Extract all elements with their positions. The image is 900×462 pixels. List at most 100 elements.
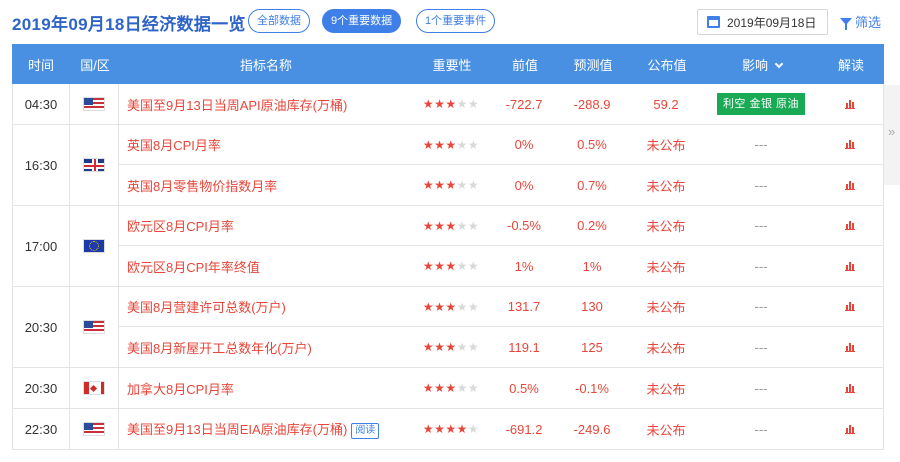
row-region — [70, 84, 119, 124]
chart-bar — [846, 143, 848, 148]
interpret-cell — [817, 422, 883, 437]
indicator-name-link[interactable]: 加拿大8月CPI月率 — [119, 379, 411, 398]
star-icon: ★ — [434, 340, 446, 354]
star-icon: ★ — [445, 218, 457, 233]
date-picker[interactable]: 2019年09月18日 — [697, 9, 828, 35]
effect-cell: --- — [705, 381, 817, 396]
indicator-name-link[interactable]: 欧元区8月CPI月率 — [119, 216, 411, 235]
us-flag-icon — [82, 97, 105, 111]
indicator-name-link[interactable]: 英国8月零售物价指数月率 — [119, 176, 411, 195]
star-icon: ★ — [445, 381, 457, 395]
effect-value: --- — [754, 137, 768, 152]
row-time: 17:00 — [13, 206, 70, 286]
filter-label: 筛选 — [855, 15, 882, 30]
indicator-name-link[interactable]: 英国8月CPI月率 — [119, 135, 411, 154]
chart-bar — [849, 221, 851, 229]
bar-chart-icon[interactable] — [845, 180, 855, 190]
interpret-cell — [817, 259, 883, 274]
bar-chart-icon[interactable] — [845, 99, 855, 109]
table-row: 美国至9月13日当周API原油库存(万桶) ★★★★★ -722.7 -288.9 59… — [119, 84, 883, 124]
header-importance: 重要性 — [432, 57, 472, 73]
indicator-name: 英国8月零售物价指数月率 — [127, 178, 278, 194]
previous-value: 0.5% — [509, 380, 539, 396]
filter-important-data-pill[interactable]: 9个重要数据 — [322, 9, 402, 33]
filter-important-events-pill[interactable]: 1个重要事件 — [416, 9, 496, 33]
star-icon: ★ — [434, 97, 446, 111]
actual-value: 未公布 — [646, 178, 686, 194]
forecast-value: 0.5% — [577, 137, 607, 152]
importance-stars: ★★★★★ — [411, 340, 491, 354]
forecast-value: 125 — [581, 339, 603, 355]
star-icon: ★ — [456, 381, 468, 395]
filter-all-pill[interactable]: 全部数据 — [248, 9, 310, 33]
bar-chart-icon[interactable] — [845, 342, 855, 352]
star-icon: ★ — [422, 218, 435, 233]
indicator-name: 英国8月CPI月率 — [127, 138, 221, 153]
expand-panel-icon[interactable]: » — [888, 124, 895, 139]
chart-bar — [846, 102, 848, 108]
forecast-value: -288.9 — [573, 96, 611, 112]
actual-value: 未公布 — [646, 340, 686, 356]
bar-chart-icon[interactable] — [845, 220, 855, 230]
bar-chart-icon[interactable] — [845, 301, 855, 311]
row-items: 美国至9月13日当周API原油库存(万桶) ★★★★★ -722.7 -288.9 59… — [119, 84, 883, 124]
chart-bar — [852, 426, 854, 433]
table-row-group: 22:30 美国至9月13日当周EIA原油库存(万桶) 阅读 ★★★★★ -691.2-… — [12, 409, 884, 450]
chart-bar — [846, 427, 848, 433]
header-interpret: 解读 — [837, 57, 864, 73]
star-icon: ★ — [445, 340, 457, 354]
chart-bar — [849, 140, 851, 148]
effect-cell: --- — [705, 178, 817, 193]
forecast-value: 0.2% — [577, 218, 607, 233]
interpret-cell — [817, 218, 883, 233]
star-icon: ★ — [434, 259, 446, 273]
star-icon: ★ — [434, 299, 446, 314]
table-row-group: 17:00 欧元区8月CPI月率 ★★★★★ -0.5% 0.2% 未公布 --- 欧元区8月… — [12, 206, 884, 287]
row-items: 欧元区8月CPI月率 ★★★★★ -0.5% 0.2% 未公布 --- 欧元区8月CPI年率… — [119, 206, 883, 286]
filter-button[interactable]: 筛选 — [840, 12, 881, 31]
bar-chart-icon[interactable] — [845, 139, 855, 149]
chart-bar — [849, 383, 851, 392]
star-icon: ★ — [467, 299, 480, 314]
date-value: 2019年09月18日 — [727, 15, 817, 30]
bar-chart-icon[interactable] — [845, 383, 855, 393]
previous-value: -0.5% — [507, 218, 541, 233]
interpret-cell — [817, 97, 883, 112]
star-icon: ★ — [422, 137, 435, 152]
star-icon: ★ — [422, 178, 435, 192]
row-region — [70, 409, 119, 449]
actual-value: 59.2 — [653, 96, 679, 112]
header-actual: 公布值 — [647, 57, 687, 73]
row-items: 英国8月CPI月率 ★★★★★ 0% 0.5% 未公布 --- 英国8月零售物价指数月率 ★★… — [119, 125, 883, 205]
chevron-down-icon — [774, 59, 784, 68]
indicator-name-link[interactable]: 美国至9月13日当周API原油库存(万桶) — [119, 95, 411, 114]
star-icon: ★ — [467, 218, 480, 233]
indicator-name-link[interactable]: 美国8月营建许可总数(万户) — [119, 297, 411, 316]
star-icon: ★ — [445, 422, 457, 436]
star-icon: ★ — [434, 137, 446, 152]
header-previous: 前值 — [511, 57, 538, 73]
header-effect-dropdown[interactable]: 影响 — [706, 55, 818, 74]
read-tag-button[interactable]: 阅读 — [351, 422, 380, 439]
indicator-name-link[interactable]: 欧元区8月CPI年率终值 — [119, 257, 411, 276]
flag-cross-horizontal — [83, 165, 104, 167]
row-time: 20:30 — [13, 287, 70, 367]
star-icon: ★ — [434, 178, 446, 192]
interpret-cell — [817, 178, 883, 193]
forecast-value: 130 — [581, 299, 603, 314]
indicator-name-link[interactable]: 美国8月新屋开工总数年化(万户) — [119, 338, 411, 357]
previous-value: 0% — [514, 137, 534, 152]
effect-cell: --- — [705, 340, 817, 355]
star-icon: ★ — [467, 259, 480, 273]
chart-bar — [846, 264, 848, 270]
table-row: 美国8月新屋开工总数年化(万户) ★★★★★ 119.1 125 未公布 --- — [119, 327, 883, 367]
forecast-value: 0.7% — [577, 177, 607, 193]
importance-stars: ★★★★★ — [411, 259, 491, 273]
bar-chart-icon[interactable] — [845, 261, 855, 271]
forecast-value: -0.1% — [575, 380, 609, 396]
chart-bar — [849, 424, 851, 433]
chart-bar — [852, 263, 854, 270]
bar-chart-icon[interactable] — [845, 424, 855, 434]
indicator-name-link[interactable]: 美国至9月13日当周EIA原油库存(万桶) 阅读 — [119, 419, 411, 439]
effect-cell: --- — [705, 137, 817, 152]
